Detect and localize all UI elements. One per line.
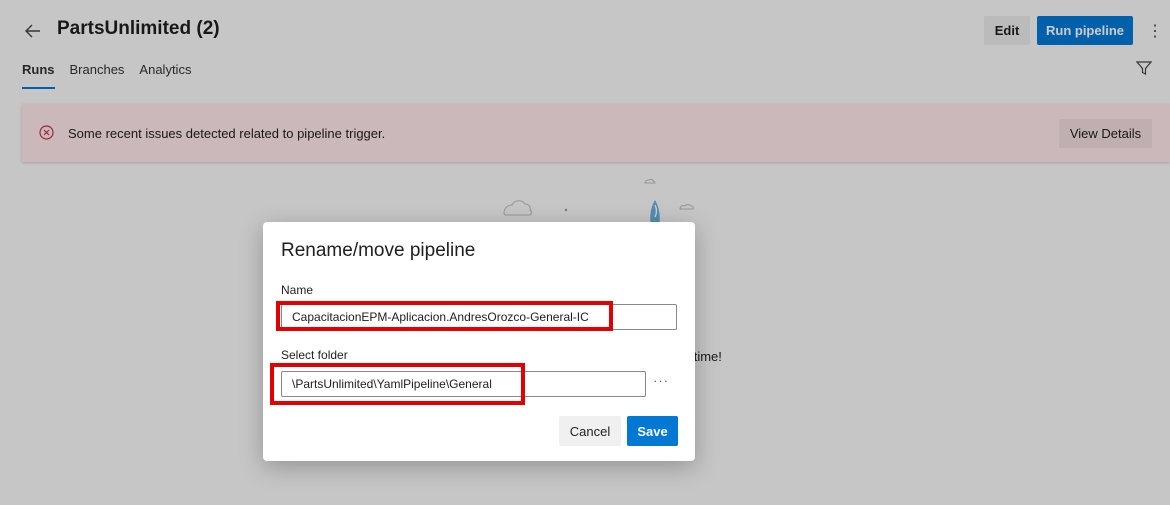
save-button[interactable]: Save [627, 416, 678, 446]
browse-folder-button[interactable]: ··· [653, 372, 669, 388]
dialog-title: Rename/move pipeline [281, 240, 476, 261]
name-input[interactable]: CapacitacionEPM-Aplicacion.AndresOrozco-… [281, 304, 677, 330]
folder-label: Select folder [281, 348, 348, 362]
folder-input[interactable]: \PartsUnlimited\YamlPipeline\General [281, 371, 646, 397]
cancel-button[interactable]: Cancel [559, 416, 621, 446]
rename-move-dialog: Rename/move pipeline Name CapacitacionEP… [263, 222, 695, 461]
name-label: Name [281, 283, 314, 297]
